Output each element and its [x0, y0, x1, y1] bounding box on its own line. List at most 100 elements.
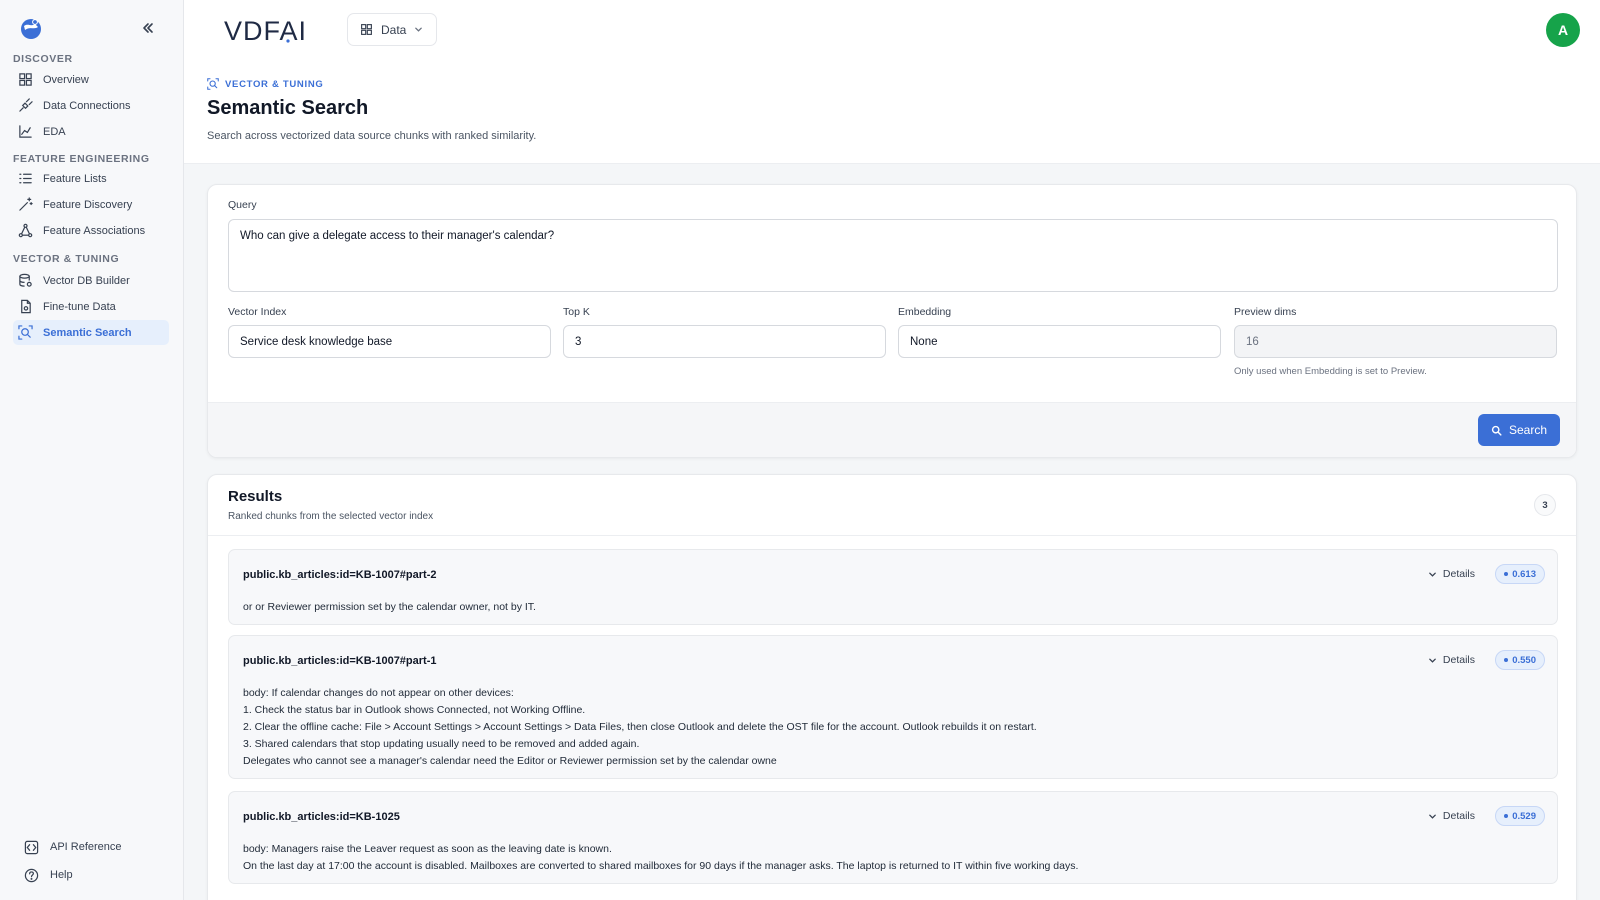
sidebar-item-semantic-search[interactable]: Semantic Search	[13, 320, 169, 345]
data-dropdown-label: Data	[381, 22, 407, 37]
result-line: 3. Shared calendars that stop updating u…	[243, 738, 640, 750]
wand-icon	[19, 197, 33, 211]
search-icon	[1491, 425, 1502, 436]
score-dot	[1504, 572, 1509, 576]
sidebar-item-label: Fine-tune Data	[43, 300, 116, 313]
result-item: public.kb_articles:id=KB-1007#part-2 Det…	[228, 549, 1558, 625]
results-title: Results	[228, 488, 283, 505]
sidebar-item-label: EDA	[43, 125, 66, 138]
logo-icon[interactable]	[19, 17, 43, 41]
topk-label: Top K	[563, 306, 590, 318]
network-icon	[18, 223, 33, 238]
result-line: 1. Check the status bar in Outlook shows…	[243, 704, 586, 716]
details-toggle[interactable]: Details	[1428, 810, 1475, 822]
data-dropdown[interactable]: Data	[347, 13, 437, 46]
chevron-down-icon	[1429, 572, 1436, 577]
page-subtitle: Search across vectorized data source chu…	[207, 130, 537, 142]
result-item: public.kb_articles:id=KB-1007#part-1 Det…	[228, 635, 1558, 779]
details-label: Details	[1442, 654, 1475, 666]
search-scan-icon	[18, 325, 33, 340]
preview-dims-hint: Only used when Embedding is set to Previ…	[1234, 366, 1427, 377]
sidebar-item-label: Data Connections	[43, 99, 131, 112]
chevron-down-icon	[1429, 658, 1436, 663]
sidebar-item-eda[interactable]: EDA	[13, 119, 169, 144]
result-line: Delegates who cannot see a manager's cal…	[243, 755, 777, 767]
search-button[interactable]: Search	[1478, 414, 1560, 446]
sidebar-item-label: Help	[50, 869, 73, 881]
sidebar-item-data-connections[interactable]: Data Connections	[13, 93, 169, 118]
result-body: body: If calendar changes do not appear …	[243, 685, 1037, 770]
result-line: On the last day at 17:00 the account is …	[243, 860, 1079, 872]
sidebar-item-label: API Reference	[50, 841, 122, 853]
chevron-down-icon	[415, 27, 423, 32]
result-line: 2. Clear the offline cache: File > Accou…	[243, 721, 1037, 733]
sidebar-item-label: Vector DB Builder	[43, 274, 130, 287]
sidebar: DISCOVER Overview Data Connections EDA F…	[0, 0, 184, 900]
collapse-sidebar-button[interactable]	[138, 18, 158, 38]
query-label: Query	[228, 199, 257, 211]
database-icon	[19, 273, 32, 287]
results-count-badge: 3	[1534, 494, 1556, 516]
nav-section-discover: DISCOVER	[13, 53, 73, 65]
avatar[interactable]: A	[1546, 13, 1580, 47]
chevron-down-icon	[1429, 814, 1436, 819]
plug-icon	[19, 98, 33, 112]
result-id: public.kb_articles:id=KB-1025	[243, 811, 400, 823]
score-value: 0.613	[1512, 568, 1536, 580]
result-line: body: If calendar changes do not appear …	[243, 687, 514, 699]
topk-input[interactable]: 3	[563, 325, 886, 358]
query-card-footer: Search	[208, 402, 1576, 457]
details-toggle[interactable]: Details	[1428, 568, 1475, 580]
sidebar-item-vector-db-builder[interactable]: Vector DB Builder	[13, 268, 169, 293]
sidebar-item-label: Semantic Search	[43, 326, 132, 339]
nav-section-feature-engineering: FEATURE ENGINEERING	[13, 153, 150, 165]
score-dot	[1504, 814, 1509, 818]
result-body: body: Managers raise the Leaver request …	[243, 841, 1078, 875]
sidebar-item-fine-tune-data[interactable]: Fine-tune Data	[13, 294, 169, 319]
query-card: Query Who can give a delegate access to …	[207, 184, 1577, 458]
sidebar-item-feature-discovery[interactable]: Feature Discovery	[13, 192, 169, 217]
search-scan-icon	[207, 78, 219, 90]
brand-logo[interactable]: VDFAI	[224, 14, 316, 46]
sidebar-item-label: Feature Associations	[43, 224, 146, 237]
sidebar-item-overview[interactable]: Overview	[13, 67, 169, 92]
results-subtitle: Ranked chunks from the selected vector i…	[228, 511, 434, 522]
file-icon	[21, 299, 31, 314]
preview-dims-label: Preview dims	[1234, 306, 1297, 318]
result-line: body: Managers raise the Leaver request …	[243, 843, 612, 855]
result-id: public.kb_articles:id=KB-1007#part-2	[243, 569, 437, 581]
sidebar-item-feature-lists[interactable]: Feature Lists	[13, 166, 169, 191]
result-id: public.kb_articles:id=KB-1007#part-1	[243, 655, 437, 667]
details-toggle[interactable]: Details	[1428, 654, 1475, 666]
details-label: Details	[1442, 810, 1475, 822]
result-body: or or Reviewer permission set by the cal…	[243, 599, 536, 616]
help-icon	[24, 868, 39, 882]
score-badge: 0.529	[1495, 806, 1545, 826]
embedding-label: Embedding	[898, 306, 952, 318]
api-icon	[24, 840, 39, 854]
sidebar-item-label: Overview	[43, 73, 89, 86]
score-value: 0.529	[1512, 810, 1536, 822]
page-heading: VECTOR & TUNING Semantic Search Search a…	[184, 60, 1600, 164]
vector-index-label: Vector Index	[228, 306, 287, 318]
details-label: Details	[1442, 568, 1475, 580]
embedding-select[interactable]: None	[898, 325, 1221, 358]
vector-index-select[interactable]: Service desk knowledge base	[228, 325, 551, 358]
chevrons-left-icon	[143, 23, 153, 33]
query-input[interactable]: Who can give a delegate access to their …	[228, 219, 1558, 292]
brand-text: VDFAI	[224, 16, 307, 46]
sidebar-item-feature-associations[interactable]: Feature Associations	[13, 218, 169, 243]
score-badge: 0.613	[1495, 564, 1545, 584]
list-icon	[19, 173, 32, 184]
grid-icon	[19, 73, 32, 86]
sidebar-item-help[interactable]: Help	[24, 864, 73, 886]
result-item: public.kb_articles:id=KB-1025 Details 0.…	[228, 791, 1558, 884]
divider	[208, 535, 1576, 536]
top-bar: VDFAI Data A	[184, 0, 1600, 60]
breadcrumb-label: VECTOR & TUNING	[225, 78, 324, 90]
score-dot	[1504, 658, 1509, 662]
sidebar-item-label: Feature Lists	[43, 172, 107, 185]
sidebar-item-api-reference[interactable]: API Reference	[24, 836, 122, 858]
result-line: or or Reviewer permission set by the cal…	[243, 601, 536, 613]
preview-dims-input[interactable]: 16	[1234, 325, 1557, 358]
